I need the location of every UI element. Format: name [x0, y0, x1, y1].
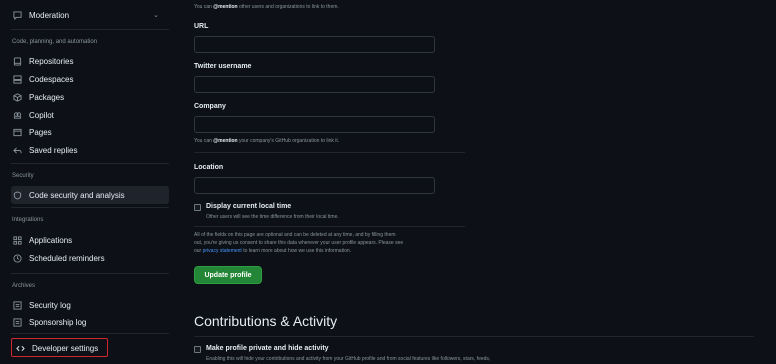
- privacy-statement-link[interactable]: privacy statement: [203, 248, 242, 254]
- sidebar-item-moderation[interactable]: Moderation ⌄: [11, 6, 169, 24]
- sidebar-item-label: Copilot: [29, 110, 54, 120]
- sidebar-item-label: Repositories: [29, 56, 74, 66]
- location-input[interactable]: [194, 177, 435, 194]
- section-divider: [194, 152, 465, 153]
- sidebar-item-label: Pages: [29, 127, 52, 137]
- sidebar-item-label: Moderation: [29, 10, 70, 20]
- reply-icon: [11, 144, 23, 156]
- sidebar-item-security-log[interactable]: Security log: [11, 296, 169, 314]
- sidebar-divider: [11, 207, 169, 208]
- display-local-time-hint: Other users will see the time difference…: [206, 214, 339, 220]
- sidebar-item-applications[interactable]: Applications: [11, 231, 169, 249]
- comment-report-icon: [11, 9, 23, 21]
- company-label: Company: [194, 103, 226, 110]
- sidebar-item-sponsorship-log[interactable]: Sponsorship log: [11, 313, 169, 331]
- sidebar-item-label: Codespaces: [29, 74, 74, 84]
- chevron-down-icon: ⌄: [153, 12, 159, 19]
- section-heading-archives: Archives: [12, 283, 36, 289]
- clock-icon: [11, 252, 23, 264]
- privacy-note: All of the fields on this page are optio…: [194, 232, 404, 254]
- sidebar-item-label: Scheduled reminders: [29, 253, 105, 263]
- mention-hint: You can @mention other users and organiz…: [194, 4, 339, 10]
- display-local-time-label: Display current local time: [206, 203, 292, 210]
- sidebar-divider: [11, 163, 169, 164]
- twitter-username-input[interactable]: [194, 76, 435, 93]
- section-heading-code: Code, planning, and automation: [12, 39, 98, 45]
- codespaces-icon: [11, 73, 23, 85]
- profile-form: You can @mention other users and organiz…: [194, 0, 776, 364]
- section-heading-integrations: Integrations: [12, 217, 44, 223]
- code-icon: [14, 342, 26, 354]
- sidebar-item-pages[interactable]: Pages: [11, 123, 169, 141]
- package-icon: [11, 91, 23, 103]
- browser-icon: [11, 126, 23, 138]
- sidebar-item-codespaces[interactable]: Codespaces: [11, 70, 169, 88]
- private-profile-label: Make profile private and hide activity: [206, 345, 329, 352]
- sidebar-divider: [11, 273, 169, 274]
- sidebar-item-copilot[interactable]: Copilot: [11, 106, 169, 124]
- shield-lock-icon: [11, 189, 23, 201]
- sidebar-item-repositories[interactable]: Repositories: [11, 52, 169, 70]
- twitter-label: Twitter username: [194, 63, 252, 70]
- company-input[interactable]: [194, 116, 435, 133]
- sidebar-divider: [11, 29, 169, 30]
- contributions-heading: Contributions & Activity: [194, 313, 338, 329]
- private-profile-checkbox[interactable]: [194, 346, 201, 353]
- location-label: Location: [194, 164, 224, 171]
- url-label: URL: [194, 23, 209, 30]
- sidebar-item-label: Security log: [29, 300, 71, 310]
- sidebar-item-label: Developer settings: [32, 343, 99, 353]
- log-icon: [11, 299, 23, 311]
- section-divider: [194, 226, 465, 227]
- sidebar-item-label: Sponsorship log: [29, 317, 87, 327]
- display-local-time-checkbox[interactable]: [194, 204, 201, 211]
- sidebar-item-label: Saved replies: [29, 145, 78, 155]
- section-divider: [194, 336, 754, 337]
- sidebar-divider: [11, 333, 169, 334]
- private-profile-hint: Enabling this will hide your contributio…: [206, 356, 491, 362]
- copilot-icon: [11, 109, 23, 121]
- repo-icon: [11, 55, 23, 67]
- sidebar-item-label: Packages: [29, 92, 65, 102]
- url-input[interactable]: [194, 36, 435, 53]
- sidebar-item-scheduled-reminders[interactable]: Scheduled reminders: [11, 249, 169, 267]
- update-profile-button[interactable]: Update profile: [194, 266, 262, 284]
- sidebar-item-code-security[interactable]: Code security and analysis: [11, 186, 169, 204]
- section-heading-security: Security: [12, 173, 34, 179]
- sidebar-item-label: Code security and analysis: [29, 190, 125, 200]
- sidebar-item-label: Applications: [29, 235, 73, 245]
- company-hint: You can @mention your company's GitHub o…: [194, 138, 340, 144]
- settings-sidebar: Moderation ⌄ Code, planning, and automat…: [0, 0, 172, 364]
- sidebar-item-packages[interactable]: Packages: [11, 88, 169, 106]
- apps-icon: [11, 234, 23, 246]
- sidebar-item-saved-replies[interactable]: Saved replies: [11, 141, 169, 159]
- log-icon: [11, 316, 23, 328]
- sidebar-item-developer-settings[interactable]: Developer settings: [14, 339, 106, 357]
